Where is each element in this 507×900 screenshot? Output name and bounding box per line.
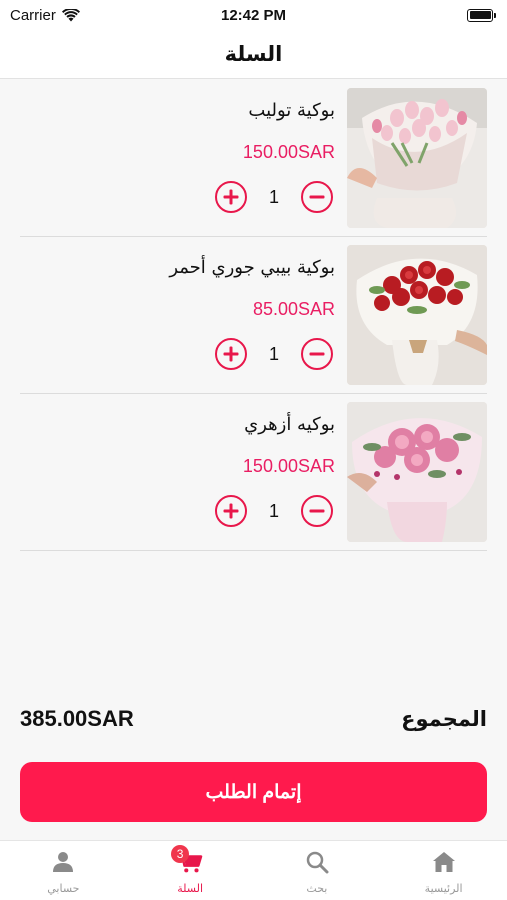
quantity-value: 1 — [268, 500, 279, 521]
increase-quantity-button[interactable] — [215, 181, 247, 213]
product-name: بوكيه أزهري — [244, 414, 335, 435]
status-bar: Carrier 12:42 PM — [0, 0, 507, 30]
tab-bar: حسابي 3 السلة بحث الرئيسية — [0, 840, 507, 900]
checkout-button[interactable]: إتمام الطلب — [20, 762, 487, 822]
product-image-red-roses-bouquet[interactable] — [347, 245, 487, 385]
product-name: بوكية توليب — [248, 100, 335, 121]
wifi-icon — [61, 8, 80, 21]
tab-label: بحث — [306, 882, 328, 895]
cart-item: بوكية توليب 150.00SAR 1 — [20, 80, 487, 237]
product-image-pink-hydrangea-bouquet[interactable] — [347, 402, 487, 542]
person-icon — [50, 849, 76, 875]
carrier-label: Carrier — [10, 6, 56, 24]
tab-cart[interactable]: 3 السلة — [127, 841, 254, 900]
quantity-value: 1 — [268, 186, 279, 207]
home-icon — [431, 849, 457, 875]
status-left: Carrier — [10, 7, 80, 24]
tab-search[interactable]: بحث — [254, 841, 381, 900]
search-icon — [304, 849, 330, 875]
quantity-value: 1 — [268, 343, 279, 364]
tab-label: الرئيسية — [424, 882, 463, 895]
tab-label: حسابي — [47, 882, 80, 895]
cart-count-badge: 3 — [171, 845, 190, 863]
tab-account[interactable]: حسابي — [0, 841, 127, 900]
total-label: المجموع — [401, 707, 487, 731]
tab-home[interactable]: الرئيسية — [380, 841, 507, 900]
product-price: 150.00SAR — [242, 142, 335, 162]
cart-list: بوكية توليب 150.00SAR 1 بوكية بيبي جوري … — [0, 80, 507, 551]
red-roses-bouquet-image — [347, 245, 487, 385]
cart-icon: 3 — [171, 845, 203, 875]
total-row: 385.00SAR المجموع — [20, 702, 487, 736]
product-price: 150.00SAR — [242, 456, 335, 476]
decrease-quantity-button[interactable] — [300, 338, 333, 370]
cart-item: بوكيه أزهري 150.00SAR 1 — [20, 394, 487, 551]
nav-header: السلة — [0, 30, 507, 79]
quantity-stepper: 1 — [215, 180, 333, 214]
tab-label: السلة — [177, 882, 203, 895]
increase-quantity-button[interactable] — [215, 338, 247, 370]
decrease-quantity-button[interactable] — [300, 181, 333, 213]
quantity-stepper: 1 — [215, 337, 333, 371]
product-name: بوكية بيبي جوري أحمر — [169, 257, 335, 278]
page-title: السلة — [224, 42, 283, 66]
battery-icon — [467, 8, 496, 22]
product-image-tulip-bouquet[interactable] — [347, 88, 487, 228]
cart-item: بوكية بيبي جوري أحمر 85.00SAR 1 — [20, 237, 487, 394]
tulip-bouquet-image — [347, 88, 487, 228]
decrease-quantity-button[interactable] — [300, 495, 333, 527]
increase-quantity-button[interactable] — [215, 495, 247, 527]
status-time: 12:42 PM — [220, 6, 287, 24]
pink-hydrangea-bouquet-image — [347, 402, 487, 542]
total-amount: 385.00SAR — [20, 706, 134, 731]
product-price: 85.00SAR — [252, 299, 335, 319]
quantity-stepper: 1 — [215, 494, 333, 528]
